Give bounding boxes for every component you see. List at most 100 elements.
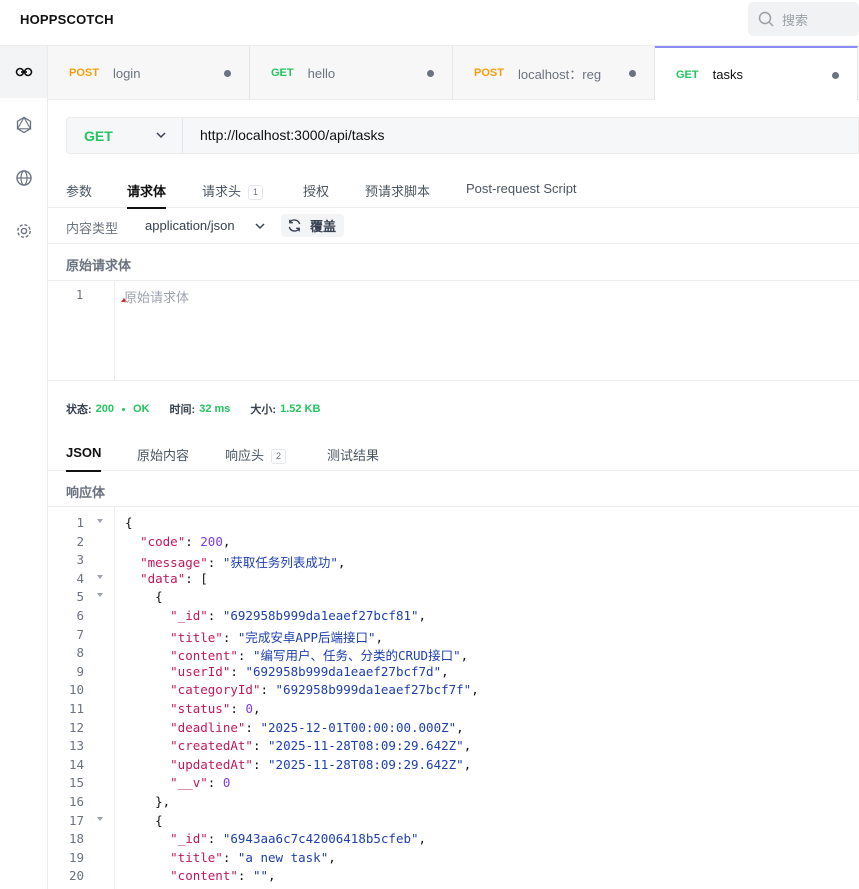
- tab-localhost-reg[interactable]: POST localhost：reg: [453, 46, 655, 100]
- tab-label: hello: [307, 65, 336, 81]
- line-number: 17: [68, 812, 84, 828]
- tab-login[interactable]: POST login: [48, 46, 250, 100]
- code-line: 14 "updatedAt": "2025-11-28T08:09:29.642…: [48, 755, 859, 774]
- unsaved-dot-icon[interactable]: [832, 72, 839, 79]
- fold-toggle-icon[interactable]: [97, 816, 103, 821]
- code-text: "content": "",: [170, 868, 276, 884]
- code-text: "_id": "6943aa6c7c42006418b5cfeb",: [170, 831, 427, 847]
- code-line: 2 "code": 200,: [48, 532, 859, 551]
- fold-toggle-icon[interactable]: [97, 593, 103, 598]
- line-number: 16: [68, 794, 84, 809]
- tab-pre-request-script[interactable]: 预请求脚本: [365, 181, 430, 200]
- request-body-editor[interactable]: 1 原始请求体: [48, 281, 859, 381]
- tab-tasks[interactable]: GET tasks: [655, 46, 858, 101]
- rail-graphql-button[interactable]: [0, 99, 47, 151]
- fold-toggle-icon[interactable]: [97, 574, 103, 579]
- tab-post-request-script[interactable]: Post-request Script: [466, 181, 577, 196]
- tab-response-headers[interactable]: 响应头 2: [225, 445, 287, 464]
- raw-body-header: 原始请求体: [48, 244, 859, 281]
- tab-method: GET: [271, 67, 294, 79]
- tab-raw[interactable]: 原始内容: [137, 445, 189, 464]
- fold-toggle-icon[interactable]: [97, 519, 103, 523]
- size-value: 1.52 KB: [280, 403, 321, 415]
- code-line: 10 "categoryId": "692958b999da1eaef27bcf…: [48, 680, 859, 699]
- code-line: 19 "title": "a new task",: [48, 848, 859, 867]
- tab-method: POST: [474, 67, 504, 79]
- tab-authorization[interactable]: 授权: [303, 181, 329, 200]
- rail-rest-button[interactable]: [0, 46, 47, 98]
- code-text: "userId": "692958b999da1eaef27bcf7d",: [170, 663, 449, 679]
- tab-test-results[interactable]: 测试结果: [327, 445, 379, 464]
- line-number: 20: [68, 868, 84, 884]
- sidebar-rail: [0, 46, 48, 889]
- response-body-header: 响应体: [48, 471, 859, 507]
- response-body-label: 响应体: [66, 485, 106, 500]
- unsaved-dot-icon[interactable]: [629, 70, 636, 77]
- override-button[interactable]: 覆盖: [281, 214, 345, 237]
- tab-headers[interactable]: 请求头 1: [202, 181, 264, 200]
- content-type-row: 内容类型 application/json 覆盖: [48, 208, 859, 244]
- tab-json[interactable]: JSON: [66, 445, 102, 472]
- rail-realtime-button[interactable]: [0, 152, 47, 204]
- code-line: 1{: [48, 513, 859, 532]
- url-input[interactable]: http://localhost:3000/api/tasks: [200, 127, 384, 143]
- response-status-line: 状态: 200 OK 时间: 32 ms 大小: 1.52 KB: [66, 401, 320, 417]
- code-text: {: [125, 812, 163, 828]
- line-number: 10: [68, 682, 84, 698]
- status-code: 200: [95, 403, 115, 415]
- request-tabs-bar: POST login GET hello POST localhost：reg …: [48, 46, 859, 101]
- graphql-icon: [16, 116, 31, 134]
- code-line: 20 "content": "",: [48, 866, 859, 885]
- search-label: 搜索: [782, 12, 809, 28]
- line-number: 19: [68, 849, 84, 865]
- search-button[interactable]: 搜索: [748, 2, 859, 36]
- code-line: 17 {: [48, 811, 859, 830]
- code-line: 11 "status": 0,: [48, 699, 859, 718]
- code-text: "updatedAt": "2025-11-28T08:09:29.642Z",: [170, 756, 472, 772]
- code-text: "code": 200,: [140, 533, 231, 549]
- content-type-label: 内容类型: [66, 221, 119, 236]
- tab-method: GET: [676, 68, 699, 81]
- line-number: 1: [76, 515, 84, 530]
- line-number: 9: [76, 663, 84, 679]
- content-type-select[interactable]: application/json: [145, 218, 235, 233]
- headers-count-badge: 1: [248, 185, 264, 200]
- line-number: 13: [68, 738, 84, 754]
- line-number: 6: [76, 608, 84, 623]
- link-icon: [15, 67, 32, 77]
- rail-settings-button[interactable]: [0, 205, 47, 257]
- status-text: OK: [133, 403, 150, 415]
- code-text: },: [125, 794, 171, 809]
- tab-method: POST: [69, 67, 99, 79]
- tab-hello[interactable]: GET hello: [250, 46, 453, 100]
- response-body-viewer[interactable]: 1{2 "code": 200, 3 "message": "获取任务列表成功",…: [48, 507, 859, 889]
- line-number: 14: [68, 756, 84, 772]
- code-line: 3 "message": "获取任务列表成功",: [48, 550, 859, 570]
- unsaved-dot-icon[interactable]: [427, 70, 434, 77]
- time-label: 时间:: [169, 404, 196, 416]
- url-bar: GET http://localhost:3000/api/tasks: [66, 117, 859, 154]
- code-line: 18 "_id": "6943aa6c7c42006418b5cfeb",: [48, 829, 859, 848]
- size-label: 大小:: [250, 404, 277, 416]
- tab-label: localhost：reg: [517, 66, 602, 82]
- line-number: 18: [68, 831, 84, 847]
- code-line: 16 },: [48, 792, 859, 811]
- unsaved-dot-icon[interactable]: [224, 70, 231, 77]
- chevron-down-icon[interactable]: [254, 220, 266, 232]
- tab-response-headers-label: 响应头: [225, 448, 265, 463]
- tab-params[interactable]: 参数: [66, 181, 92, 200]
- code-line: 15 "__v": 0: [48, 773, 859, 792]
- tab-body[interactable]: 请求体: [127, 181, 167, 209]
- tab-label: tasks: [712, 67, 743, 82]
- chevron-down-icon: [156, 132, 166, 139]
- time-value: 32 ms: [199, 403, 231, 415]
- code-line: 4 "data": [: [48, 569, 859, 588]
- code-text: {: [125, 515, 133, 530]
- refresh-icon: [288, 219, 301, 232]
- code-text: "deadline": "2025-12-01T00:00:00.000Z",: [170, 719, 464, 735]
- method-select[interactable]: GET: [67, 118, 183, 153]
- line-number: 4: [76, 570, 84, 586]
- code-line: 21 "userId": "692958b999da1eaef27bcf7d",: [48, 885, 859, 889]
- line-number: 12: [68, 719, 84, 735]
- tab-label: login: [112, 65, 141, 81]
